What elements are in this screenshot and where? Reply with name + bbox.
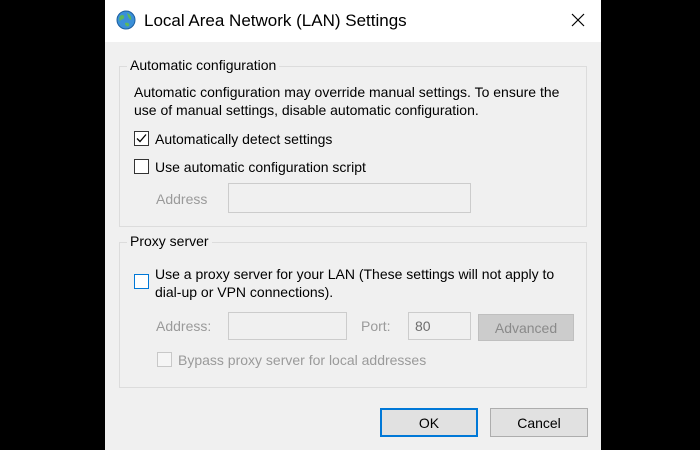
globe-network-icon <box>116 10 136 30</box>
advanced-button[interactable]: Advanced <box>478 314 574 341</box>
use-proxy-checkbox[interactable] <box>134 274 149 289</box>
automatic-configuration-description: Automatic configuration may override man… <box>134 84 560 118</box>
checkmark-icon <box>136 134 147 143</box>
close-button[interactable] <box>555 0 601 42</box>
use-proxy-option[interactable]: Use a proxy server for your LAN (These s… <box>134 265 580 301</box>
script-address-input[interactable] <box>228 183 471 213</box>
proxy-address-label: Address: <box>156 318 212 334</box>
bypass-local-checkbox[interactable] <box>157 352 172 367</box>
ok-button[interactable]: OK <box>380 408 478 437</box>
automatic-configuration-group: Automatic configuration Automatic config… <box>119 57 587 227</box>
proxy-port-label: Port: <box>361 318 391 334</box>
proxy-port-input[interactable] <box>408 312 471 340</box>
bypass-local-label: Bypass proxy server for local addresses <box>178 352 427 368</box>
lan-settings-dialog: Local Area Network (LAN) Settings Automa… <box>105 0 601 450</box>
config-script-checkbox[interactable] <box>134 159 149 174</box>
detect-settings-option[interactable]: Automatically detect settings <box>134 130 332 148</box>
title-bar[interactable]: Local Area Network (LAN) Settings <box>105 0 601 42</box>
config-script-option[interactable]: Use automatic configuration script <box>134 158 366 176</box>
proxy-address-input[interactable] <box>228 312 347 340</box>
proxy-server-legend: Proxy server <box>127 233 212 249</box>
cancel-button[interactable]: Cancel <box>490 408 588 437</box>
detect-settings-label: Automatically detect settings <box>155 131 333 147</box>
detect-settings-checkbox[interactable] <box>134 131 149 146</box>
close-icon <box>571 13 585 30</box>
bypass-local-option[interactable]: Bypass proxy server for local addresses <box>157 351 426 369</box>
config-script-label: Use automatic configuration script <box>155 159 366 175</box>
window-title: Local Area Network (LAN) Settings <box>144 11 407 30</box>
script-address-label: Address <box>156 191 208 207</box>
use-proxy-label: Use a proxy server for your LAN (These s… <box>155 266 555 300</box>
automatic-configuration-legend: Automatic configuration <box>127 57 280 73</box>
